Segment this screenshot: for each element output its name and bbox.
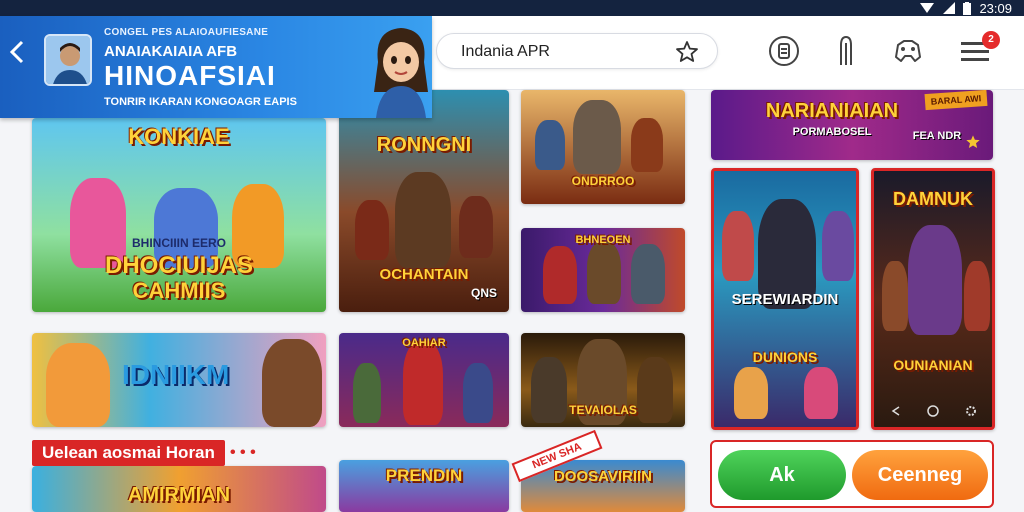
ak-button[interactable]: Ak <box>718 450 846 500</box>
mascot-girl-image <box>374 28 428 118</box>
card-title: DAMNUK <box>893 189 973 209</box>
game-card-damnuk[interactable]: DAMNUK OUNIANIAN <box>871 168 995 430</box>
card-title: AMIRMIAN <box>127 484 231 506</box>
wifi-icon <box>920 3 935 13</box>
star-icon <box>966 135 980 148</box>
card-title: PRENDIN <box>385 466 463 485</box>
notification-badge: 2 <box>982 31 1000 49</box>
game-card-tevaiolas[interactable]: TEVAIOLAS <box>521 333 685 427</box>
character-figure <box>964 261 990 331</box>
game-card-narianiaian[interactable]: NARIANIAIAN PORMABOSEL BARAL AWI FEA NDR <box>711 90 993 160</box>
phone-navigation-bar <box>878 400 990 422</box>
back-triangle-icon[interactable] <box>891 406 901 416</box>
signal-icon <box>943 2 956 14</box>
game-card-konkiae[interactable]: KONKIAE BHINCIIIN EERO DHOCIUIJAS CAHMII… <box>32 118 326 312</box>
character-figure <box>722 211 754 281</box>
card-title: IDNIIKM <box>122 359 230 390</box>
character-figure <box>587 242 621 304</box>
card-tag: FEA NDR <box>912 130 962 142</box>
character-figure <box>804 367 838 419</box>
card-title: SEREWIARDIN <box>731 291 839 308</box>
character-figure <box>908 225 962 335</box>
star-icon[interactable] <box>675 40 699 64</box>
game-card-ronngni[interactable]: RONNGNI OCHANTAIN QNS <box>339 90 509 312</box>
game-card-serewiardin[interactable]: SEREWIARDIN DUNIONS <box>711 168 859 430</box>
character-figure <box>459 196 493 258</box>
controller-button[interactable] <box>891 34 925 68</box>
game-card-bhneoen[interactable]: BHNEOEN <box>521 228 685 312</box>
card-subtitle: DHOCIUIJAS <box>104 252 254 279</box>
antenna-icon <box>840 36 852 65</box>
character-figure <box>353 363 381 423</box>
search-input[interactable]: Indania APR <box>436 33 718 69</box>
person-photo-icon <box>46 36 90 84</box>
header-caption: TONRIR IKARAN KONGOAGR EAPIS <box>104 96 297 108</box>
character-figure <box>463 363 493 423</box>
ceenneg-button[interactable]: Ceenneg <box>852 450 988 500</box>
avatar[interactable] <box>44 34 92 86</box>
game-card-oahiar[interactable]: OAHIAR <box>339 333 509 427</box>
character-figure <box>403 341 443 425</box>
game-card-prendin[interactable]: PRENDIN <box>339 460 509 512</box>
character-figure <box>631 118 663 172</box>
card-subtitle: DUNIONS <box>752 349 818 365</box>
character-figure <box>395 172 451 268</box>
card-subtitle-2: CAHMIIS <box>132 278 226 303</box>
card-subtitle: OUNIANIAN <box>893 357 973 373</box>
card-title: KONKIAE <box>128 124 230 149</box>
character-figure <box>631 244 665 304</box>
settings-icon[interactable] <box>965 405 977 417</box>
character-figure <box>355 200 389 260</box>
id-badge-icon <box>769 36 799 66</box>
card-badge: BARAL AWI <box>924 90 988 111</box>
card-title: BHNEOEN <box>575 234 631 246</box>
character-figure <box>573 100 621 174</box>
card-subtitle: OCHANTAIN <box>379 266 469 283</box>
character-figure <box>262 339 322 427</box>
game-card-amirmian[interactable]: AMIRMIAN <box>32 466 326 512</box>
card-title: TEVAIOLAS <box>569 403 637 417</box>
section-more-dots[interactable]: • • • <box>230 444 256 462</box>
action-panel: Ak Ceenneg <box>710 440 994 508</box>
card-title: NARIANIAIAN <box>765 100 899 122</box>
arrow-left-icon <box>9 40 24 64</box>
card-title: ONDRROO <box>571 174 635 188</box>
search-input-value: Indania APR <box>461 43 550 60</box>
header-subtitle: ANAIAKAIAIA AFB <box>104 43 238 60</box>
card-tagline: BHINCIIIN EERO <box>131 236 226 250</box>
status-time: 23:09 <box>979 0 1012 16</box>
card-corner-label: QNS <box>470 286 497 300</box>
home-circle-icon[interactable] <box>927 405 939 417</box>
section-title: Uelean aosmai Horan <box>32 440 225 466</box>
card-title: RONNGNI <box>376 134 472 156</box>
header-small-text: CONGEL PES ALAIOAUFIESANE <box>104 27 269 38</box>
gamepad-icon <box>895 40 921 62</box>
character-figure <box>46 343 110 427</box>
back-button[interactable] <box>4 38 32 66</box>
cast-button[interactable] <box>829 34 863 68</box>
character-figure <box>535 120 565 170</box>
character-figure <box>882 261 908 331</box>
character-figure <box>543 246 577 304</box>
status-icons: 23:09 <box>919 0 1012 16</box>
page-title: HINOAFSIAI <box>104 60 276 91</box>
game-card-ondrroo[interactable]: ONDRROO <box>521 90 685 204</box>
battery-icon <box>963 1 972 15</box>
profile-button[interactable] <box>767 34 801 68</box>
status-bar: 23:09 <box>0 0 1024 16</box>
character-figure <box>734 367 768 419</box>
character-figure <box>822 211 854 281</box>
card-title: OAHIAR <box>402 337 446 349</box>
game-card-idniikm[interactable]: IDNIIKM <box>32 333 326 427</box>
